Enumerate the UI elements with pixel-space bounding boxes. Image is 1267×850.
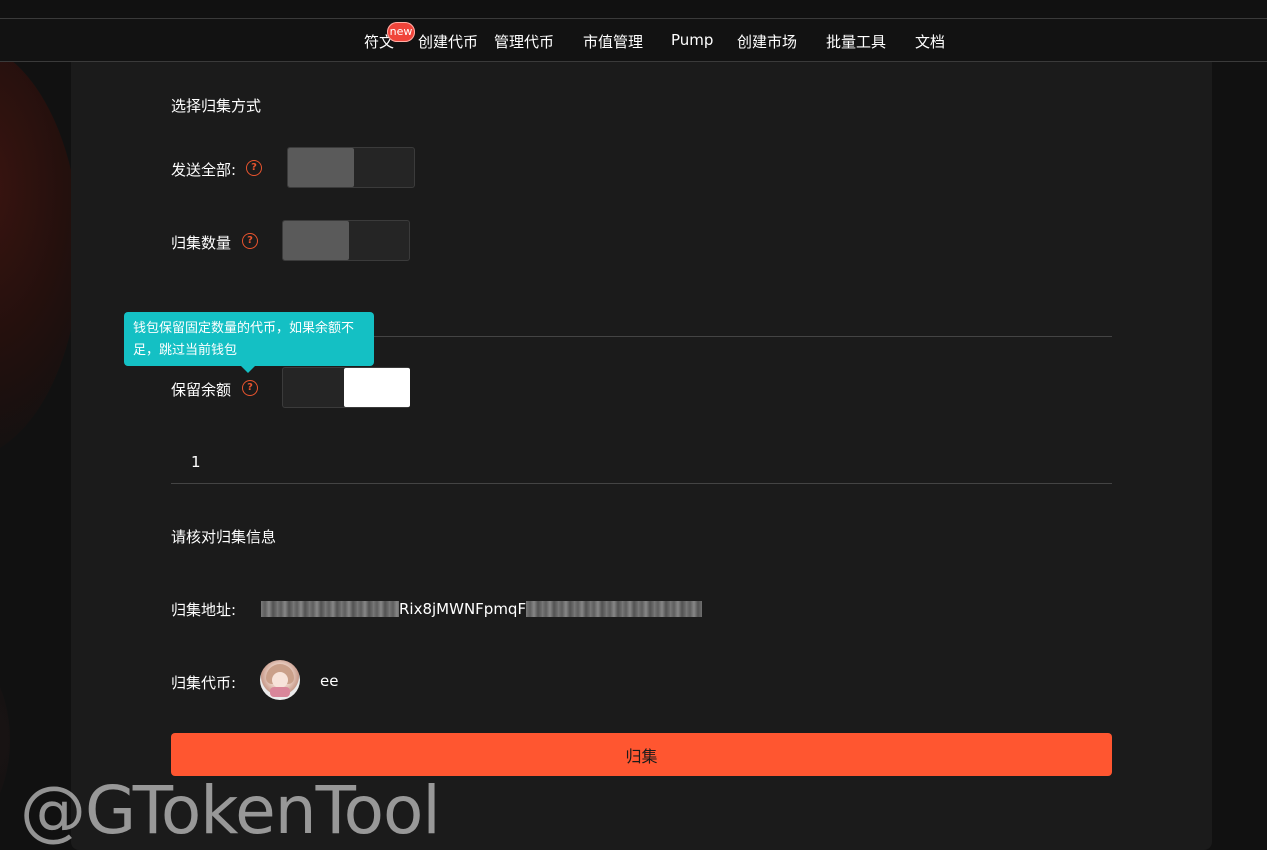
confirm-title: 请核对归集信息	[171, 528, 277, 546]
address-visible-text: Rix8jMWNFpmqF	[399, 600, 527, 618]
collect-amount-toggle[interactable]	[282, 220, 410, 261]
nav-item-create-token[interactable]: 创建代币	[418, 31, 478, 52]
address-label: 归集地址:	[171, 601, 237, 619]
section-title-collect-mode: 选择归集方式	[171, 97, 262, 115]
collect-button[interactable]: 归集	[171, 733, 1112, 776]
redacted-address-end	[526, 601, 703, 617]
avatar-face	[272, 672, 288, 688]
keep-balance-toggle[interactable]	[282, 367, 410, 408]
redacted-address-start	[261, 601, 399, 617]
token-name: ee	[320, 672, 339, 690]
new-badge: new	[387, 22, 415, 42]
tooltip-arrow	[241, 366, 255, 373]
top-nav: 符文 创建代币 管理代币 市值管理 Pump 创建市场 批量工具 文档	[0, 19, 1267, 62]
question-icon[interactable]: ?	[242, 233, 258, 249]
background-glow-lower	[0, 640, 10, 840]
token-label: 归集代币:	[171, 674, 237, 692]
send-all-toggle[interactable]	[287, 147, 415, 188]
nav-item-docs[interactable]: 文档	[915, 31, 945, 52]
toggle-knob	[288, 148, 354, 187]
background-glow	[0, 40, 80, 460]
send-all-label: 发送全部:	[171, 161, 237, 179]
nav-item-batch-tools[interactable]: 批量工具	[826, 31, 886, 52]
watermark: @GTokenTool	[20, 772, 441, 849]
keep-balance-tooltip: 钱包保留固定数量的代币，如果余额不足，跳过当前钱包	[124, 312, 374, 366]
question-icon[interactable]: ?	[242, 380, 258, 396]
avatar-scarf	[270, 687, 290, 697]
nav-item-market-cap[interactable]: 市值管理	[583, 31, 643, 52]
nav-item-create-market[interactable]: 创建市场	[737, 31, 797, 52]
keep-balance-label: 保留余额	[171, 381, 232, 399]
keep-balance-input[interactable]: 1	[171, 453, 1112, 484]
toggle-knob	[283, 221, 349, 260]
keep-balance-value: 1	[191, 453, 201, 471]
collect-address: Rix8jMWNFpmqF	[261, 599, 703, 619]
nav-item-manage-token[interactable]: 管理代币	[494, 31, 554, 52]
app-root: 符文 创建代币 管理代币 市值管理 Pump 创建市场 批量工具 文档 new …	[0, 0, 1267, 850]
question-icon[interactable]: ?	[246, 160, 262, 176]
nav-item-pump[interactable]: Pump	[671, 31, 713, 49]
token-avatar	[260, 660, 300, 700]
toggle-knob	[344, 368, 410, 407]
collect-amount-label: 归集数量	[171, 234, 232, 252]
